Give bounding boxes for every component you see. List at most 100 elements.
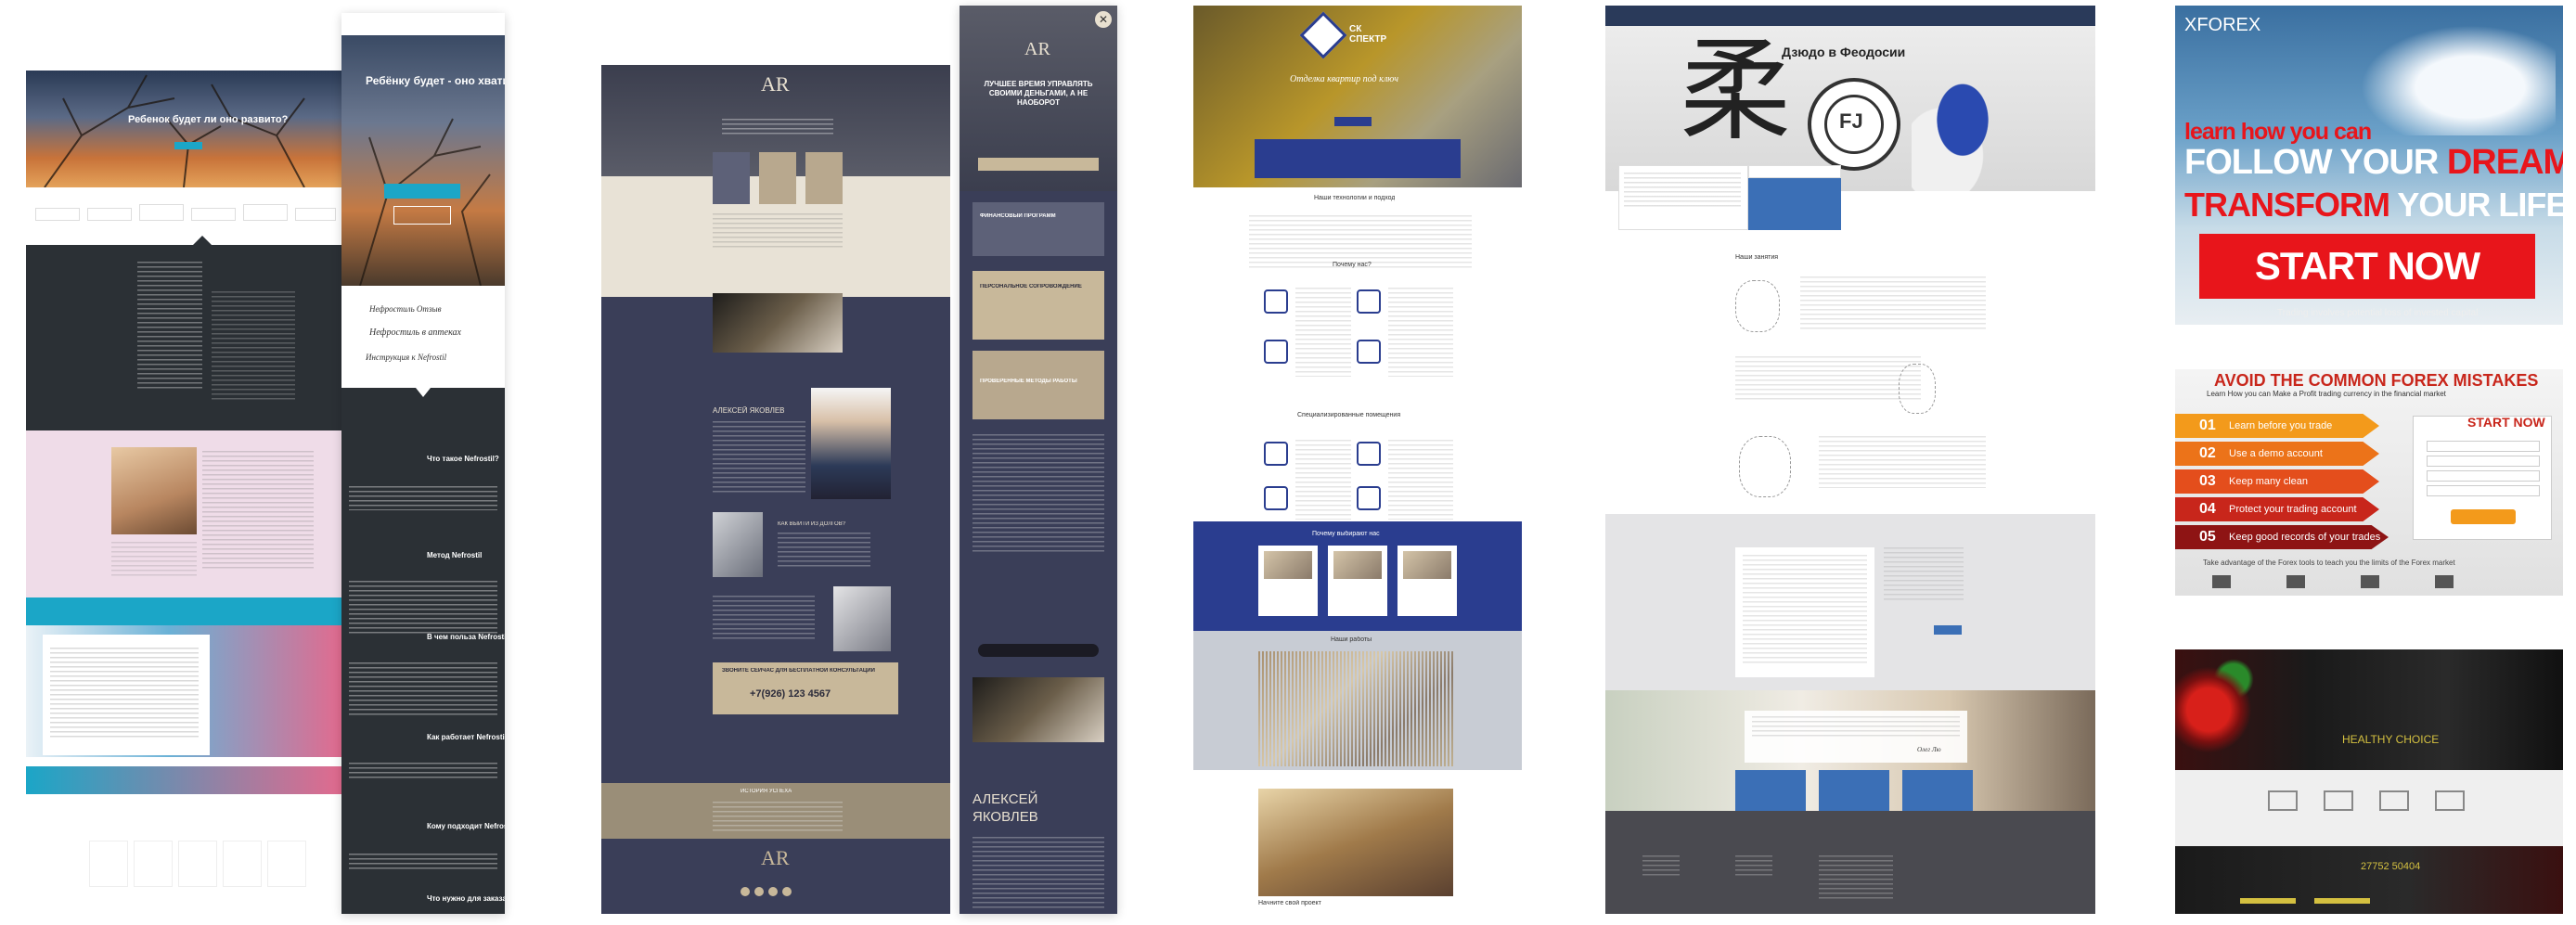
judo-sketch-3	[1739, 436, 1791, 497]
judo-logo-text: FJ	[1839, 109, 1863, 133]
ar-mobile-logo: AR	[1024, 39, 1050, 59]
ar-footer-logo: AR	[761, 846, 790, 869]
mistake-text-4: Protect your trading account	[2229, 504, 2357, 515]
ar-dark-body: АЛЕКСЕЙ ЯКОВЛЕВ КАК ВЫЙТИ ИЗ ДОЛГОВ? ЗВО…	[601, 362, 950, 835]
xforex-line3: TRANSFORM YOUR LIFE	[2184, 186, 2563, 226]
spektr-gallery: Наши работы	[1193, 631, 1522, 770]
close-icon[interactable]: ✕	[1095, 11, 1112, 28]
ad-food[interactable]: HEALTHY CHOICE 27752 50404	[2175, 649, 2563, 914]
ar-person-heading: АЛЕКСЕЙ ЯКОВЛЕВ	[713, 406, 785, 415]
xforex-disclaimer: Trading involves potential loss of inves…	[2277, 308, 2479, 318]
ar-service-3-label: ПРОВЕРЕННЫЕ МЕТОДЫ РАБОТЫ	[980, 379, 1077, 384]
ar-service-1: ФИНАНСОВЫЙ ПРОГРАММ	[972, 202, 1104, 256]
ar-service-2: ПЕРСОНАЛЬНОЕ СОПРОВОЖДЕНИЕ	[972, 271, 1104, 340]
icon-cards	[26, 794, 343, 914]
faq-3[interactable]: В чем польза Nefrostil?	[427, 633, 505, 641]
food-hero: HEALTHY CHOICE	[2175, 649, 2563, 770]
judo-submit[interactable]	[1934, 625, 1962, 635]
spektr-hero-sub: Отделка квартир под ключ	[1290, 74, 1398, 84]
ar-phone: +7(926) 123 4567	[750, 688, 831, 700]
thumbnail-ar-mobile[interactable]: ✕ AR ЛУЧШЕЕ ВРЕМЯ УПРАВЛЯТЬ СВОИМИ ДЕНЬГ…	[960, 6, 1117, 914]
judo-sketch-2	[1899, 364, 1936, 414]
thumbnail-judo[interactable]: 柔 Дзюдо в Феодосии FJ Наши занятия Олег …	[1605, 6, 2095, 914]
pepper-image	[2175, 659, 2259, 761]
ar-footer: AR	[601, 839, 950, 914]
judo-logo: FJ	[1808, 78, 1900, 171]
ar-mobile-button[interactable]	[978, 644, 1099, 657]
judo-gray-section	[1605, 514, 2095, 690]
spektr-section-5: Наши работы	[1331, 636, 1372, 643]
mistake-text-5: Keep good records of your trades	[2229, 532, 2381, 543]
mistakes-footer: Take advantage of the Forex tools to tea…	[2203, 559, 2455, 567]
blue-band	[26, 597, 343, 625]
form-section	[26, 625, 343, 757]
ar-mobile-name: АЛЕКСЕЙ ЯКОВЛЕВ	[972, 791, 1038, 825]
form-field-1[interactable]	[2427, 441, 2540, 452]
spektr-hero: СК СПЕКТР Отделка квартир под ключ	[1193, 6, 1522, 187]
testimonial-section	[26, 430, 343, 597]
testimonial-photo	[111, 447, 197, 534]
ar-tan-section	[601, 152, 950, 297]
xforex-cta[interactable]: START NOW	[2199, 234, 2535, 299]
portfolio-collage: Ребенок будет ли оно развито? Ребёнку бу…	[0, 0, 2576, 925]
spektr-logo-icon	[1299, 11, 1347, 59]
xforex-cta-label: START NOW	[2254, 244, 2480, 288]
spektr-hero-button[interactable]	[1334, 117, 1372, 126]
thumbnail-spektr[interactable]: СК СПЕКТР Отделка квартир под ключ Наши …	[1193, 6, 1522, 914]
thumbnail-ar-desktop[interactable]: AR АЛЕКСЕЙ ЯКОВЛЕВ КАК ВЫЙТИ ИЗ ДОЛГОВ? …	[601, 65, 950, 914]
faq-2[interactable]: Метод Nefrostil	[427, 551, 482, 559]
ad-forex-mistakes[interactable]: AVOID THE COMMON FOREX MISTAKES Learn Ho…	[2175, 369, 2563, 596]
ar-mobile-photo	[972, 677, 1104, 742]
gallery-grid[interactable]	[1258, 651, 1453, 766]
judo-quote-author: Олег Лю	[1917, 746, 1941, 753]
ar-photo-3	[833, 586, 891, 651]
thumbnail-nefrostil-desktop[interactable]: Ребенок будет ли оно развито?	[26, 63, 343, 914]
mistakes-icons	[2212, 573, 2528, 590]
ar-mobile-hero: ✕ AR ЛУЧШЕЕ ВРЕМЯ УПРАВЛЯТЬ СВОИМИ ДЕНЬГ…	[960, 6, 1117, 191]
mistake-item-5: 05 Keep good records of your trades	[2175, 525, 2389, 549]
mistake-num-1: 01	[2199, 418, 2216, 433]
faq-5[interactable]: Кому подходит Nefrostil?	[427, 822, 505, 830]
xforex-line2: FOLLOW YOUR DREAMS	[2184, 143, 2563, 184]
mistake-num-2: 02	[2199, 445, 2216, 461]
ar-service-1-label: ФИНАНСОВЫЙ ПРОГРАММ	[980, 213, 1056, 219]
ar-service-2-label: ПЕРСОНАЛЬНОЕ СОПРОВОЖДЕНИЕ	[980, 284, 1082, 289]
faq-6[interactable]: Что нужно для заказа?	[427, 894, 505, 903]
mistake-num-3: 03	[2199, 473, 2216, 489]
xforex-line2a: FOLLOW YOUR	[2184, 143, 2439, 182]
form-field-2[interactable]	[2427, 456, 2540, 467]
ar-mobile-cta[interactable]	[978, 158, 1099, 171]
thumbnail-nefrostil-mobile[interactable]: Ребёнку будет - оно хватит? Нефростиль О…	[341, 13, 505, 914]
xforex-brand: XFOREX	[2184, 15, 2261, 35]
ar-photo-1	[713, 293, 843, 353]
ar-cta-text: ЗВОНИТЕ СЕЙЧАС ДЛЯ БЕСПЛАТНОЙ КОНСУЛЬТАЦ…	[722, 668, 875, 674]
faq-4[interactable]: Как работает Nefrostil?	[427, 733, 505, 741]
ar-photo-2	[713, 512, 763, 577]
food-headline: HEALTHY CHOICE	[2342, 733, 2440, 746]
ar-question: КАК ВЫЙТИ ИЗ ДОЛГОВ?	[778, 521, 846, 527]
ar-mobile-headline: ЛУЧШЕЕ ВРЕМЯ УПРАВЛЯТЬ СВОИМИ ДЕНЬГАМИ, …	[984, 80, 1093, 107]
judo-title: Дзюдо в Феодосии	[1782, 45, 1906, 59]
form-submit[interactable]	[2451, 509, 2516, 524]
faq-1[interactable]: Что такое Nefrostil?	[427, 455, 499, 463]
mistake-text-2: Use a demo account	[2229, 448, 2323, 459]
spektr-why-section: Почему выбирают нас	[1193, 521, 1522, 631]
ad-xforex[interactable]: XFOREX learn how you can FOLLOW YOUR DRE…	[2175, 6, 2563, 325]
spektr-section-2: Почему нас?	[1333, 262, 1372, 268]
form-field-4[interactable]	[2427, 485, 2540, 496]
judo-athlete	[1912, 72, 2014, 191]
xforex-line3b: YOUR LIFE	[2397, 186, 2563, 224]
spektr-logo-text: СК СПЕКТР	[1349, 24, 1386, 45]
ar-cta-box[interactable]: ЗВОНИТЕ СЕЙЧАС ДЛЯ БЕСПЛАТНОЙ КОНСУЛЬТАЦ…	[713, 662, 898, 714]
mistake-text-3: Keep many clean	[2229, 476, 2308, 487]
ar-footer-tan: ИСТОРИЯ УСПЕХА	[601, 783, 950, 839]
food-icon-row	[2175, 770, 2563, 846]
xforex-line3a: TRANSFORM	[2184, 186, 2390, 224]
spektr-section-6: Начните свой проект	[1258, 900, 1321, 906]
mistakes-subtitle: Learn How you can Make a Profit trading …	[2207, 390, 2446, 398]
footer-band	[26, 766, 343, 794]
judo-section-title: Наши занятия	[1735, 254, 1779, 261]
mistake-num-5: 05	[2199, 529, 2216, 545]
form-field-3[interactable]	[2427, 470, 2540, 482]
ar-logo: AR	[761, 72, 790, 96]
